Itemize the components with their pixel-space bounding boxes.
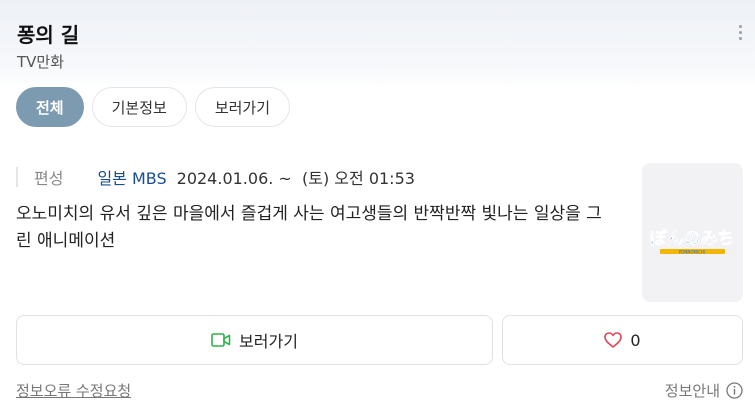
more-options-icon[interactable]: [735, 25, 745, 47]
tab-bar: 전체 기본정보 보러가기: [16, 87, 291, 127]
page-title: 퐁의 길: [17, 23, 80, 47]
description: 오노미치의 유서 깊은 마을에서 즐겁게 사는 여고생들의 반짝반짝 빛나는 일…: [16, 204, 602, 251]
watch-button-label: 보러가기: [239, 332, 298, 351]
info-guide-label: 정보안내: [664, 382, 720, 400]
poster-thumbnail[interactable]: ぽんのみち PONNOMICHI: [642, 163, 743, 302]
tab-watch[interactable]: 보러가기: [194, 87, 291, 127]
schedule-row: 편성 일본 MBS 2024.01.06. ~ (토) 오전 01:53: [16, 165, 415, 189]
tab-basic-info[interactable]: 기본정보: [91, 87, 187, 127]
like-count: 0: [630, 330, 641, 350]
like-button[interactable]: 0: [502, 315, 743, 365]
video-camera-icon: [211, 333, 231, 347]
logo-subtext: PONNOMICHI: [679, 250, 705, 255]
page-subtitle: TV만화: [17, 53, 65, 71]
schedule-label: 편성: [34, 169, 64, 188]
heart-icon: [604, 332, 623, 348]
ponnomichi-logo: ぽんのみち PONNOMICHI: [649, 228, 735, 255]
info-icon: [726, 382, 743, 399]
report-error-link[interactable]: 정보오류 수정요청: [16, 380, 131, 401]
logo-text: ぽんのみち: [650, 228, 735, 249]
header-background: [0, 0, 755, 90]
watch-button[interactable]: 보러가기: [16, 315, 493, 365]
broadcaster-link[interactable]: 일본 MBS: [97, 165, 166, 189]
schedule-date: 2024.01.06. ~ (토) 오전 01:53: [176, 169, 415, 188]
info-guide-link[interactable]: 정보안내: [665, 380, 743, 401]
tab-all[interactable]: 전체: [16, 87, 84, 127]
divider: [16, 167, 18, 187]
